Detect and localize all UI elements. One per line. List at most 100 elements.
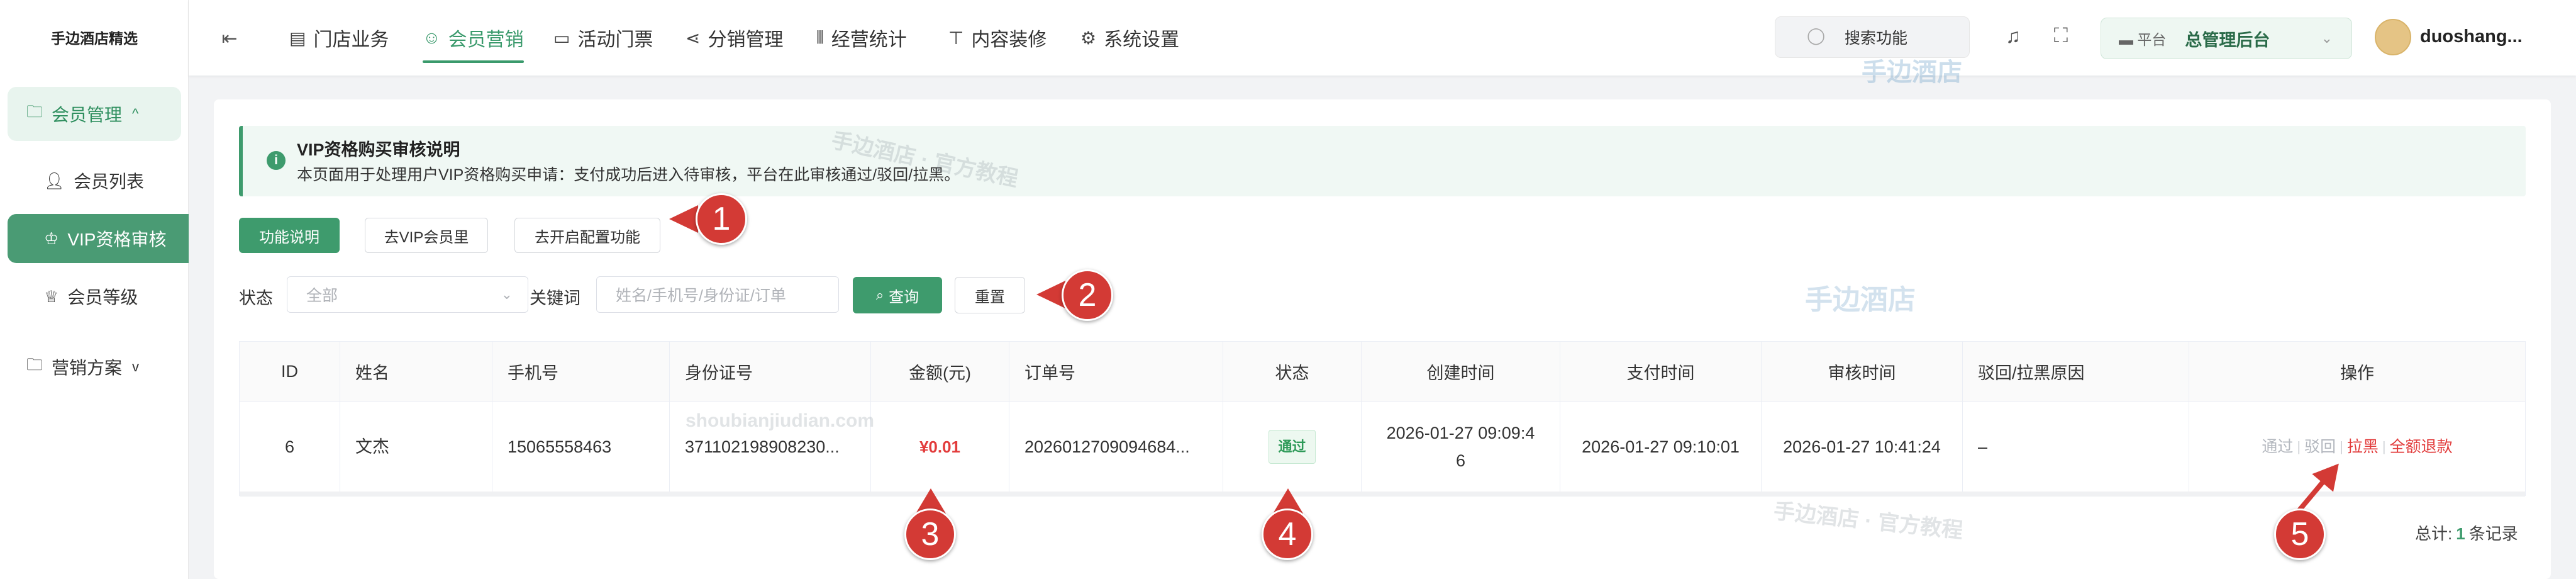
column-header: 支付时间 <box>1560 342 1762 402</box>
search-label: 搜索功能 <box>1845 30 1908 47</box>
nav-distribution[interactable]: ⋖ 分销管理 <box>686 0 783 76</box>
ticket-icon: ▭ <box>553 28 570 48</box>
cell-status: 通过 <box>1223 402 1362 492</box>
cell-reason: – <box>1963 402 2189 492</box>
gear-icon: ⚙ <box>1080 28 1097 48</box>
cell-reviewed: 2026-01-27 10:41:24 <box>1762 402 1963 492</box>
status-badge: 通过 <box>1269 430 1316 464</box>
sidebar-item-label: VIP资格审核 <box>67 230 167 249</box>
cell-id-card: 371102198908230... <box>670 402 871 492</box>
share-icon: ⋖ <box>686 28 701 48</box>
nav-label: 系统设置 <box>1104 30 1180 50</box>
cell-name: 文杰 <box>340 402 492 492</box>
nav-label: 会员营销 <box>448 30 524 50</box>
reject-link[interactable]: 驳回 <box>2304 433 2336 461</box>
cell-actions: 通过 | 驳回 | 拉黑 | 全额退款 <box>2189 402 2525 492</box>
info-icon: i <box>267 151 286 170</box>
status-select[interactable]: 全部 ⌄ <box>287 276 528 313</box>
avatar[interactable] <box>2375 19 2411 55</box>
sidebar-item-member-list[interactable]: 👤︎ 会员列表 <box>8 156 189 205</box>
divider: | <box>2297 439 2301 454</box>
sidebar: 手边酒店精选 🗀 会员管理 ^ 👤︎ 会员列表 ♔ VIP资格审核 ♕ 会员等级… <box>0 0 189 579</box>
crown-icon: ♔ <box>44 228 59 248</box>
annotation-arrow <box>669 205 698 233</box>
go-vip-button[interactable]: 去VIP会员里 <box>365 218 488 253</box>
pagination-total: 总计: 1 条记录 <box>2415 521 2518 544</box>
platform-select[interactable]: ▬ 平台 总管理后台 ⌄ <box>2101 18 2352 59</box>
keyword-input[interactable]: 姓名/手机号/身份证/订单 <box>596 276 839 313</box>
sidebar-item-member-level[interactable]: ♕ 会员等级 <box>8 272 189 321</box>
nav-label: 门店业务 <box>313 30 389 50</box>
column-header: 驳回/拉黑原因 <box>1963 342 2189 402</box>
cell-amount: ¥0.01 <box>871 402 1009 492</box>
monitor-icon: ▬ <box>2119 31 2138 48</box>
folder-icon: 🗀 <box>26 102 43 121</box>
search-icon: ⌕ <box>875 287 884 303</box>
nav-decoration[interactable]: ⊤ 内容装修 <box>948 0 1046 76</box>
query-label: 查询 <box>889 288 919 306</box>
collapse-menu-icon[interactable]: ⇤ <box>215 24 244 53</box>
cell-phone: 15065558463 <box>492 402 670 492</box>
column-header: 审核时间 <box>1762 342 1963 402</box>
chevron-up-icon: ^ <box>132 106 139 121</box>
crown-icon: ♕ <box>44 286 59 306</box>
nav-statistics[interactable]: ⫴ 经营统计 <box>816 0 907 76</box>
sidebar-group-label: 营销方案 <box>52 358 123 378</box>
created-time-line2: 6 <box>1455 451 1466 470</box>
column-header: 金额(元) <box>871 342 1009 402</box>
brush-icon: ⊤ <box>948 28 964 48</box>
approve-link[interactable]: 通过 <box>2262 433 2293 461</box>
go-config-button[interactable]: 去开启配置功能 <box>514 218 660 253</box>
refund-link[interactable]: 全额退款 <box>2390 433 2453 461</box>
search-icon: ◯ <box>1807 26 1826 45</box>
total-suffix: 条记录 <box>2468 524 2518 543</box>
column-header: 身份证号 <box>670 342 871 402</box>
notice-desc: 本页面用于处理用户VIP资格购买申请：支付成功后进入待审核，平台在此审核通过/驳… <box>297 166 960 184</box>
column-header: 创建时间 <box>1362 342 1560 402</box>
cell-paid: 2026-01-27 09:10:01 <box>1560 402 1762 492</box>
column-header: 订单号 <box>1009 342 1223 402</box>
nav-label: 内容装修 <box>971 30 1047 50</box>
cell-order: 2026012709094684... <box>1009 402 1223 492</box>
sidebar-item-vip-review[interactable]: ♔ VIP资格审核 <box>8 214 189 263</box>
annotation-badge-2: 2 <box>1062 269 1113 321</box>
table-scrollbar[interactable] <box>240 492 2525 497</box>
sidebar-group-label: 会员管理 <box>52 105 123 125</box>
notice-banner: i VIP资格购买审核说明 本页面用于处理用户VIP资格购买申请：支付成功后进入… <box>239 126 2526 196</box>
sidebar-group-marketing[interactable]: 🗀 营销方案 v <box>8 340 181 394</box>
total-prefix: 总计: <box>2415 524 2453 543</box>
sidebar-item-label: 会员列表 <box>74 172 145 191</box>
nav-store[interactable]: ▤ 门店业务 <box>289 0 389 76</box>
status-select-value: 全部 <box>306 287 338 305</box>
query-button[interactable]: ⌕ 查询 <box>853 277 942 313</box>
notice-title: VIP资格购买审核说明 <box>297 140 460 159</box>
nav-tickets[interactable]: ▭ 活动门票 <box>553 0 653 76</box>
nav-label: 经营统计 <box>831 30 907 50</box>
chart-icon: ⫴ <box>816 27 824 47</box>
user-icon: 👤︎ <box>44 171 65 190</box>
status-filter-label: 状态 <box>239 289 273 308</box>
nav-member-marketing[interactable]: ☺ 会员营销 <box>423 0 524 76</box>
amount-value: ¥0.01 <box>919 437 961 456</box>
keyword-filter-label: 关键词 <box>530 289 580 308</box>
block-link[interactable]: 拉黑 <box>2347 433 2379 461</box>
username[interactable]: duoshang... <box>2420 26 2523 47</box>
sidebar-group-member[interactable]: 🗀 会员管理 ^ <box>8 87 181 141</box>
keyword-placeholder: 姓名/手机号/身份证/订单 <box>616 287 786 305</box>
vip-review-table: ID 姓名 手机号 身份证号 金额(元) 订单号 状态 创建时间 支付时间 审核… <box>239 341 2526 497</box>
intro-button[interactable]: 功能说明 <box>239 218 340 253</box>
column-header: 状态 <box>1223 342 1362 402</box>
column-header: ID <box>240 342 340 402</box>
column-header: 姓名 <box>340 342 492 402</box>
column-header: 手机号 <box>492 342 670 402</box>
total-count: 1 <box>2456 524 2465 543</box>
nav-active-underline <box>423 60 524 63</box>
platform-tag: ▬ 平台 <box>2119 28 2166 49</box>
fullscreen-icon[interactable]: ⛶ <box>2046 21 2075 50</box>
nav-settings[interactable]: ⚙ 系统设置 <box>1080 0 1179 76</box>
bell-icon[interactable]: ♫ <box>1999 21 2028 50</box>
created-time-line1: 2026-01-27 09:09:4 <box>1386 424 1535 442</box>
chevron-down-icon: v <box>132 359 140 374</box>
search-function-button[interactable]: ◯ 搜索功能 <box>1775 16 1970 58</box>
reset-button[interactable]: 重置 <box>955 277 1025 313</box>
